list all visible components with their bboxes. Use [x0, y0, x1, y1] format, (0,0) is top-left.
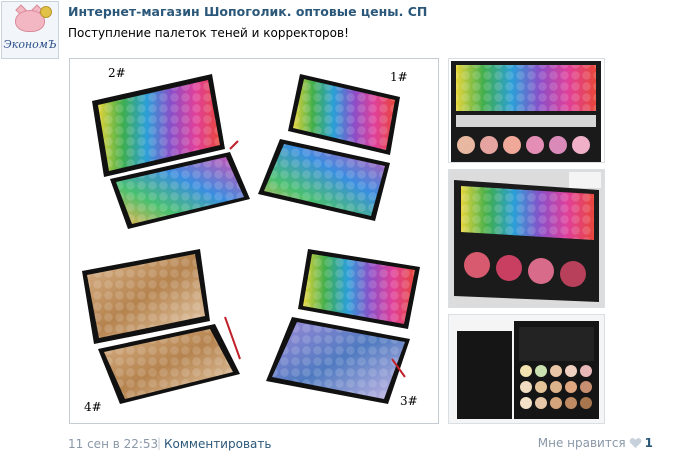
palette-3: [266, 249, 420, 404]
label-3: 3#: [400, 394, 418, 408]
post-date-link[interactable]: 11 сен в 22:53: [68, 437, 158, 451]
like-count: 1: [644, 436, 653, 450]
like-label: Мне нравится: [537, 436, 626, 450]
palettes-collage-image: 2# 1# 4# 3#: [82, 66, 420, 414]
footer-separator: |: [157, 436, 162, 450]
post-photo-3[interactable]: [448, 169, 605, 308]
palette-angled-image: [449, 170, 604, 307]
post-photo-2[interactable]: [448, 58, 605, 163]
avatar[interactable]: ЭкономЪ: [1, 1, 59, 59]
like-button[interactable]: Мне нравится 1: [538, 436, 653, 450]
coin-icon: [40, 6, 52, 18]
heart-icon: [629, 438, 641, 448]
label-4: 4#: [84, 400, 102, 414]
post-photo-main[interactable]: 2# 1# 4# 3#: [69, 58, 439, 424]
palette-4: [82, 249, 241, 404]
post-photo-4[interactable]: [448, 314, 605, 424]
post-text: Поступление палеток теней и корректоров!: [68, 26, 349, 40]
palette-2: [92, 74, 250, 229]
comment-link[interactable]: Комментировать: [164, 437, 271, 451]
avatar-logo-text: ЭкономЪ: [3, 38, 57, 51]
palette-with-blushes-image: [451, 61, 601, 162]
label-2: 2#: [108, 66, 126, 80]
label-1: 1#: [390, 70, 408, 84]
palette-1: [258, 74, 400, 221]
post-author-link[interactable]: Интернет-магазин Шопоголик. оптовые цены…: [68, 4, 427, 19]
concealer-palette-image: [449, 315, 604, 423]
